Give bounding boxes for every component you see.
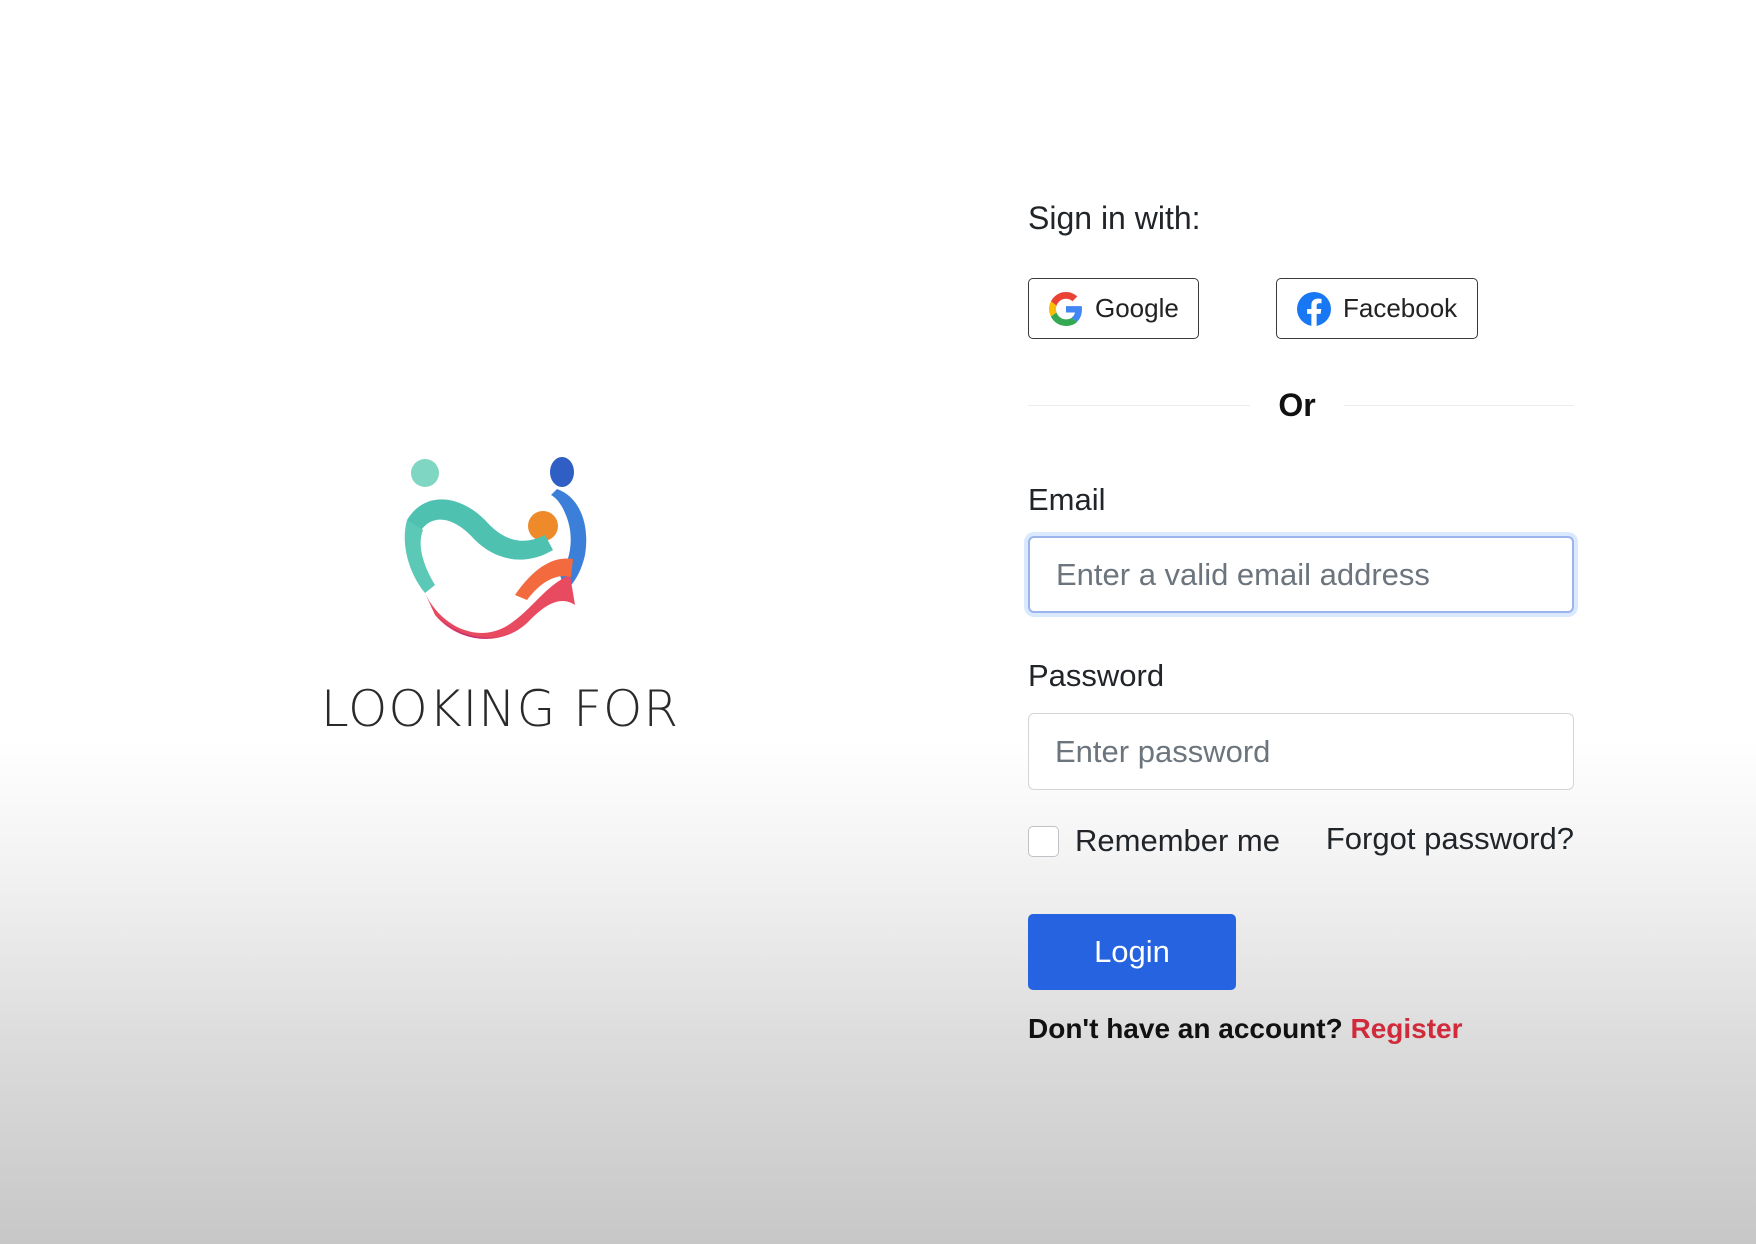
- email-input[interactable]: [1028, 536, 1574, 613]
- google-sign-in-button[interactable]: Google: [1028, 278, 1199, 339]
- login-button[interactable]: Login: [1028, 914, 1236, 990]
- facebook-sign-in-button[interactable]: Facebook: [1276, 278, 1478, 339]
- no-account-text: Don't have an account?: [1028, 1013, 1343, 1044]
- remember-me[interactable]: Remember me: [1028, 823, 1280, 859]
- register-link[interactable]: Register: [1350, 1013, 1462, 1044]
- divider-line-left: [1028, 405, 1250, 406]
- divider-line-right: [1344, 405, 1574, 406]
- forgot-password-link[interactable]: Forgot password?: [1326, 821, 1574, 857]
- email-label: Email: [1028, 482, 1106, 517]
- looking-for-logo: [404, 457, 587, 639]
- brand-name: LOOKING FOR: [320, 680, 680, 738]
- brand: LOOKING FOR: [270, 455, 730, 755]
- or-divider: Or: [1028, 385, 1574, 425]
- google-icon: [1049, 291, 1082, 326]
- divider-text: Or: [1278, 387, 1316, 423]
- remember-me-label: Remember me: [1075, 823, 1280, 858]
- password-label: Password: [1028, 658, 1165, 693]
- google-button-label: Google: [1095, 293, 1179, 323]
- register-prompt: Don't have an account? Register: [1028, 1013, 1463, 1045]
- facebook-icon: [1297, 291, 1331, 326]
- facebook-button-label: Facebook: [1343, 293, 1458, 323]
- password-input[interactable]: [1028, 713, 1574, 790]
- remember-me-checkbox[interactable]: [1028, 825, 1059, 857]
- sign-in-with-label: Sign in with:: [1028, 200, 1201, 236]
